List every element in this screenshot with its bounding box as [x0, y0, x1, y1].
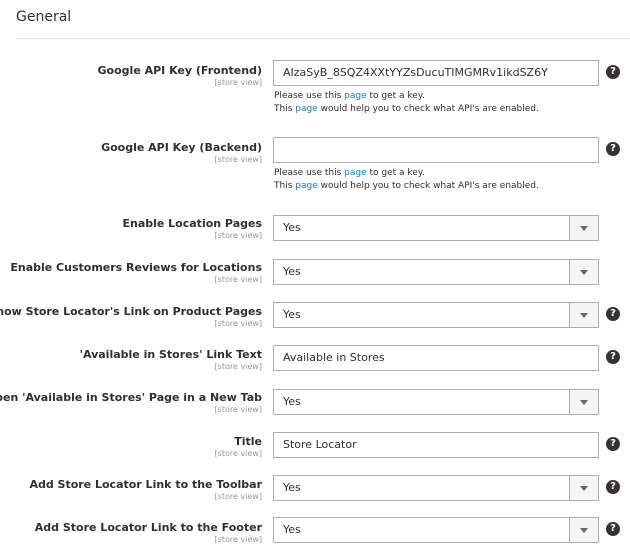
chevron-down-icon: [569, 260, 598, 284]
google-api-key-backend-input[interactable]: [273, 137, 599, 163]
field-scope: [store view]: [214, 492, 262, 501]
title-input[interactable]: Store Locator: [273, 432, 599, 458]
field-label: Enable Location Pages: [122, 217, 262, 230]
note-text: Please use this: [274, 91, 345, 101]
field-label: 'Available in Stores' Link Text: [79, 348, 262, 361]
field-label-wrap: 'Available in Stores' Link Text [store v…: [80, 347, 262, 372]
field-scope: [store view]: [214, 319, 262, 328]
note-text: would help you to check what API's are e…: [317, 104, 539, 114]
api-key-note: Please use this page to get a key. This …: [274, 167, 539, 193]
note-text: This: [274, 104, 296, 114]
field-label: Google API Key (Backend): [101, 141, 262, 154]
select-value: Yes: [283, 481, 301, 494]
available-in-stores-text-input[interactable]: Available in Stores: [273, 345, 599, 371]
question-circle-icon[interactable]: ?: [606, 142, 620, 156]
footer-link-select[interactable]: Yes: [273, 517, 599, 543]
field-label: Open 'Available in Stores' Page in a New…: [0, 391, 262, 404]
section-divider: [16, 38, 630, 39]
field-label: Add Store Locator Link to the Toolbar: [29, 478, 262, 491]
chevron-down-icon: [569, 303, 598, 327]
select-value: Yes: [283, 221, 301, 234]
field-label: Google API Key (Frontend): [97, 64, 262, 77]
enable-customer-reviews-select[interactable]: Yes: [273, 259, 599, 285]
question-circle-icon[interactable]: ?: [606, 437, 620, 451]
select-value: Yes: [283, 308, 301, 321]
google-api-key-frontend-input[interactable]: AIzaSyB_8SQZ4XXtYYZsDucuTIMGMRv1ikdSZ6Y: [273, 60, 599, 86]
get-key-link[interactable]: page: [344, 91, 366, 101]
field-scope: [store view]: [214, 155, 262, 164]
field-scope: [store view]: [214, 275, 262, 284]
field-scope: [store view]: [214, 362, 262, 371]
field-label-wrap: Enable Location Pages [store view]: [122, 216, 262, 241]
field-scope: [store view]: [214, 405, 262, 414]
select-value: Yes: [283, 395, 301, 408]
field-label: Add Store Locator Link to the Footer: [34, 521, 262, 534]
field-scope: [store view]: [214, 78, 262, 87]
field-label-wrap: Add Store Locator Link to the Toolbar [s…: [29, 477, 262, 502]
field-label-wrap: Enable Customers Reviews for Locations […: [10, 260, 262, 285]
field-scope: [store view]: [214, 231, 262, 240]
note-text: This: [274, 181, 296, 191]
question-circle-icon[interactable]: ?: [606, 307, 620, 321]
enabled-apis-link[interactable]: page: [295, 104, 317, 114]
field-label: Show Store Locator's Link on Product Pag…: [0, 305, 262, 318]
chevron-down-icon: [569, 216, 598, 240]
note-text: to get a key.: [366, 91, 425, 101]
question-circle-icon[interactable]: ?: [606, 65, 620, 79]
field-label: Title: [234, 435, 262, 448]
field-label-wrap: Title [store view]: [215, 434, 262, 459]
field-label-wrap: Open 'Available in Stores' Page in a New…: [0, 390, 262, 415]
open-new-tab-select[interactable]: Yes: [273, 389, 599, 415]
chevron-down-icon: [569, 390, 598, 414]
note-text: to get a key.: [366, 168, 425, 178]
note-text: Please use this: [274, 168, 345, 178]
toolbar-link-select[interactable]: Yes: [273, 475, 599, 501]
field-label-wrap: Show Store Locator's Link on Product Pag…: [0, 304, 262, 329]
field-label-wrap: Google API Key (Frontend) [store view]: [98, 63, 262, 88]
api-key-note: Please use this page to get a key. This …: [274, 90, 539, 116]
note-text: would help you to check what API's are e…: [317, 181, 539, 191]
chevron-down-icon: [569, 518, 598, 542]
select-value: Yes: [283, 523, 301, 536]
field-label-wrap: Google API Key (Backend) [store view]: [101, 140, 262, 165]
field-scope: [store view]: [214, 535, 262, 544]
question-circle-icon[interactable]: ?: [606, 350, 620, 364]
enabled-apis-link[interactable]: page: [295, 181, 317, 191]
field-label-wrap: Add Store Locator Link to the Footer [st…: [35, 520, 262, 545]
get-key-link[interactable]: page: [344, 168, 366, 178]
chevron-down-icon: [569, 476, 598, 500]
question-circle-icon[interactable]: ?: [606, 480, 620, 494]
field-label: Enable Customers Reviews for Locations: [10, 261, 262, 274]
question-circle-icon[interactable]: ?: [606, 522, 620, 536]
show-store-locator-link-select[interactable]: Yes: [273, 302, 599, 328]
select-value: Yes: [283, 265, 301, 278]
section-title: General: [16, 9, 72, 25]
field-scope: [store view]: [214, 449, 262, 458]
enable-location-pages-select[interactable]: Yes: [273, 215, 599, 241]
